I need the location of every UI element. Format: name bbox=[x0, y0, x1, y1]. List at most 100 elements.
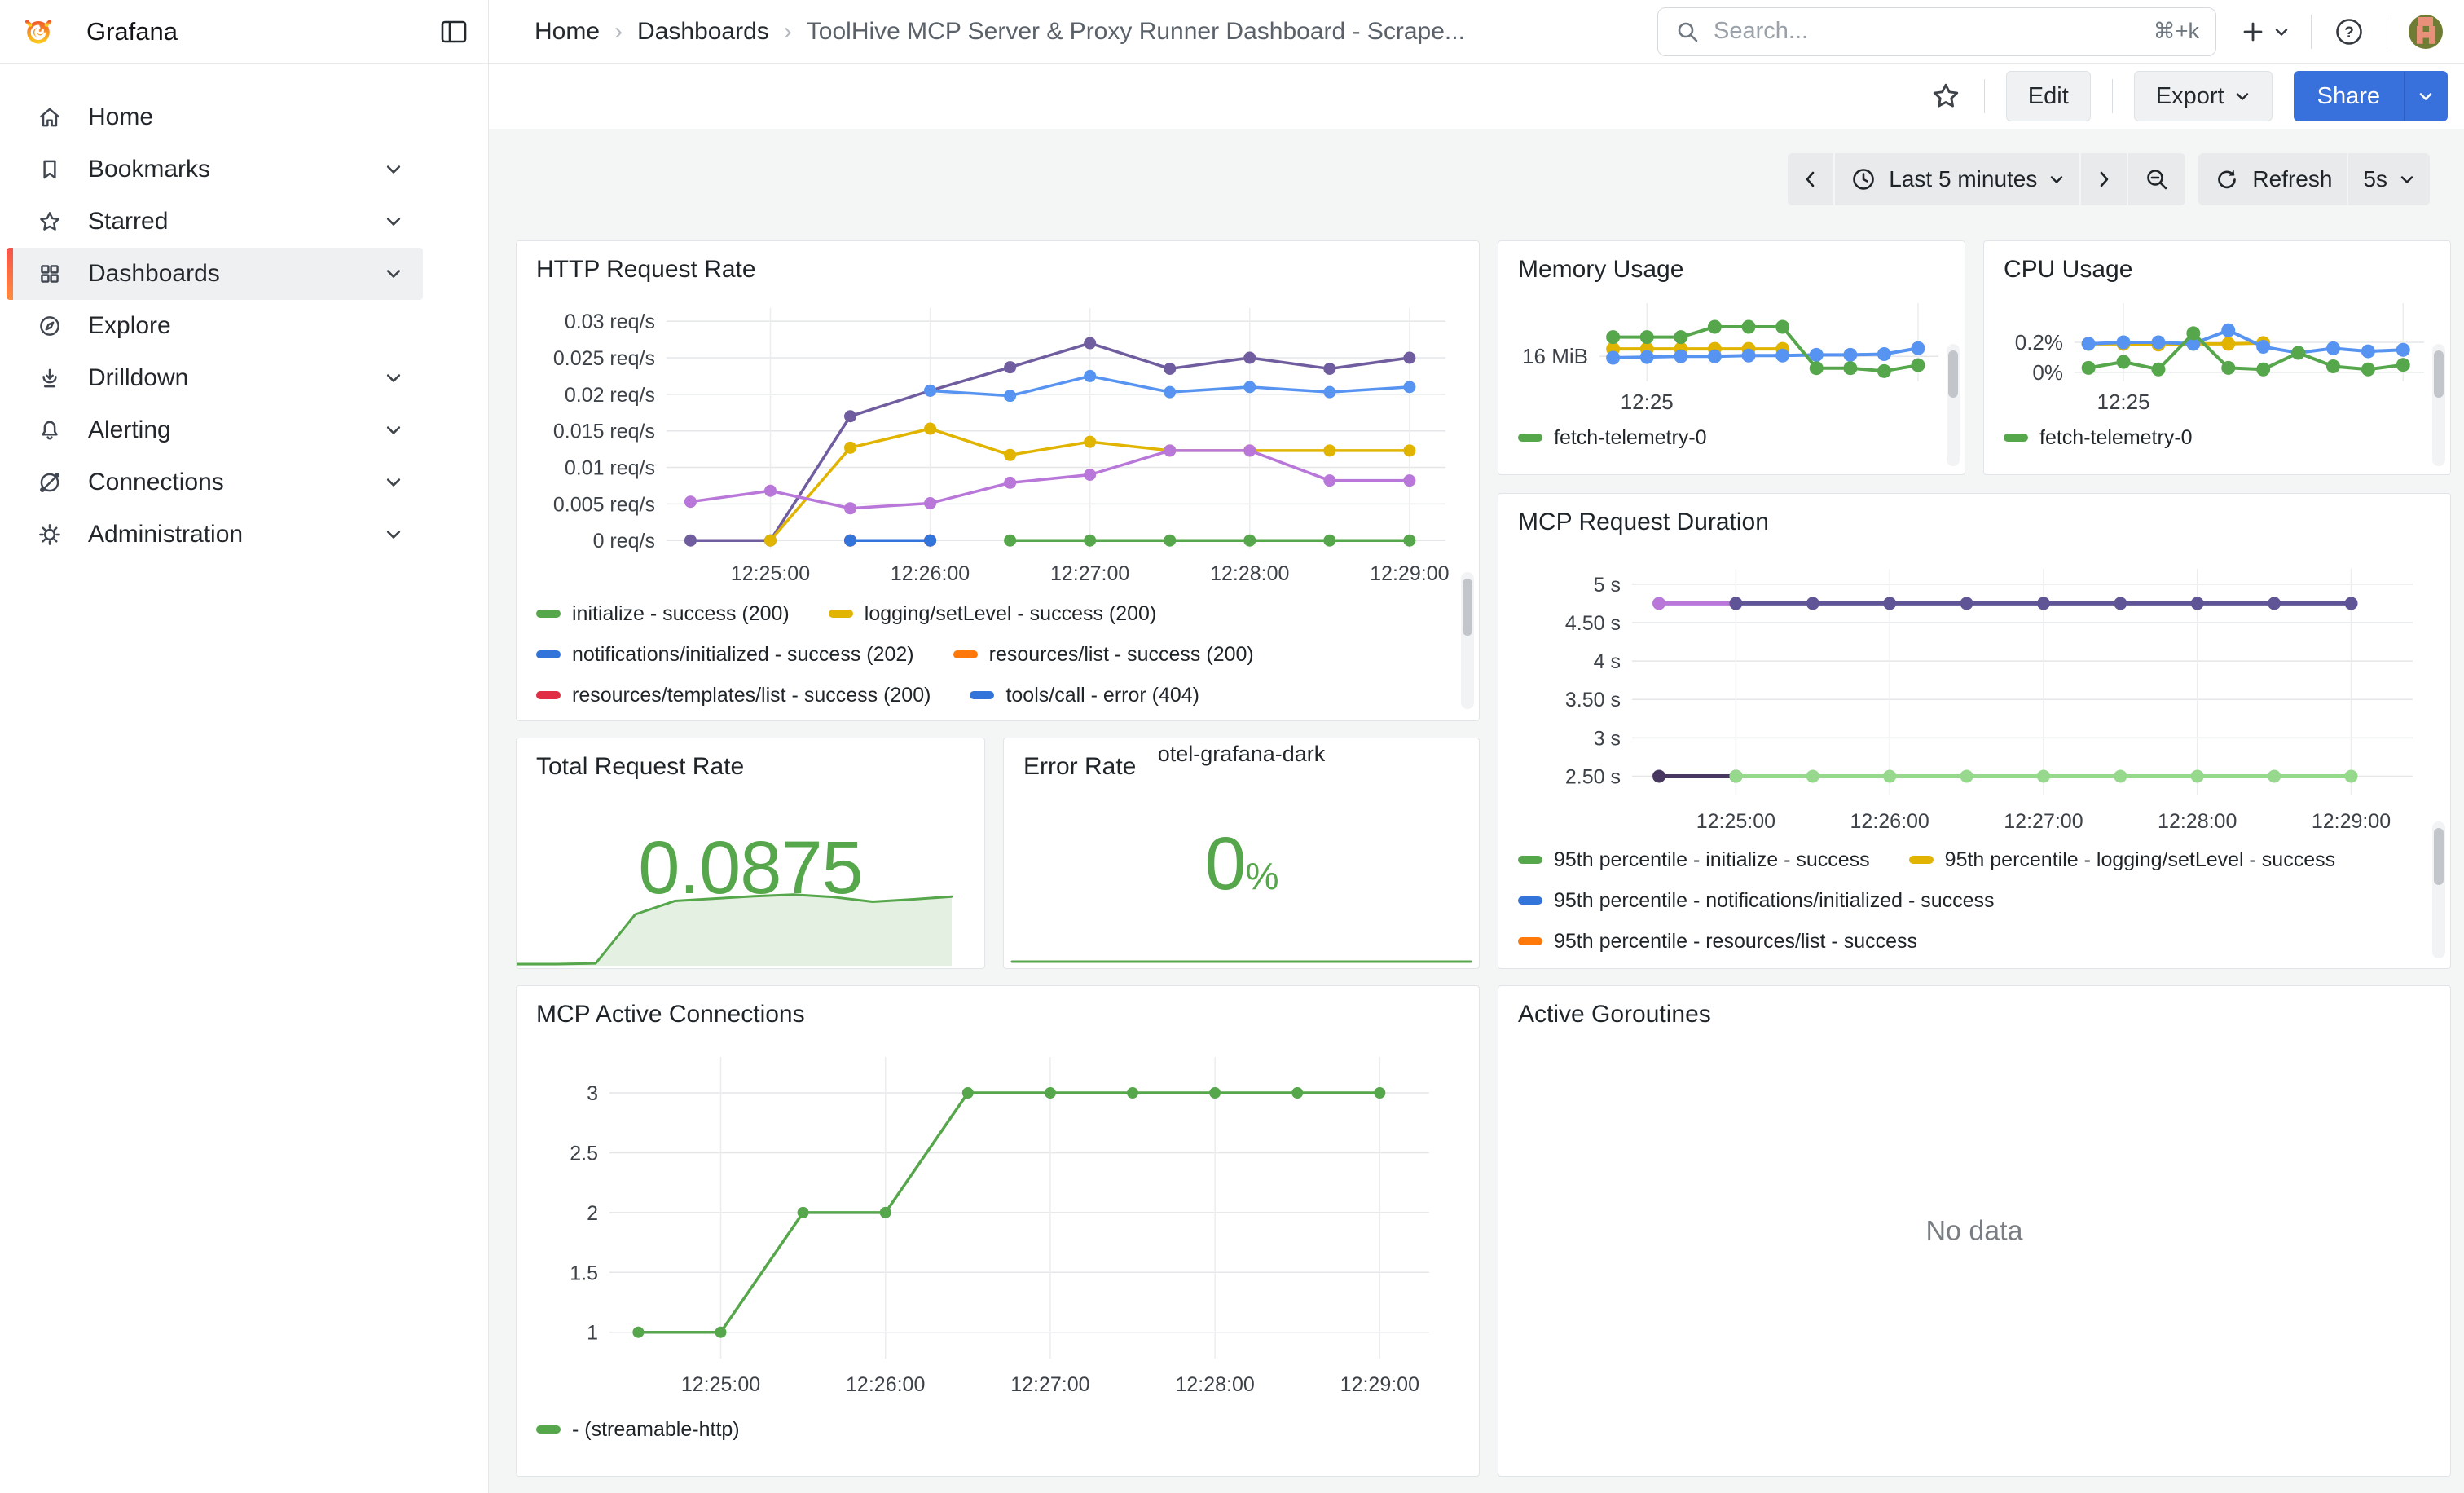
svg-text:12:29:00: 12:29:00 bbox=[1340, 1373, 1419, 1396]
panel-error-rate: Error Rate otel-grafana-dark 0% bbox=[1003, 738, 1480, 969]
error-rate-unit: % bbox=[1246, 855, 1278, 897]
memory-usage-chart[interactable]: 16 MiB12:25 bbox=[1511, 292, 1951, 416]
chevron-down-icon[interactable] bbox=[384, 476, 403, 489]
add-button[interactable] bbox=[2239, 18, 2290, 46]
legend-row: 95th percentile - resources/list - succe… bbox=[1518, 921, 2437, 962]
sidebar-item-label: Administration bbox=[88, 521, 243, 548]
svg-text:12:29:00: 12:29:00 bbox=[2312, 810, 2391, 833]
legend-item[interactable]: 95th percentile - initialize - success bbox=[1518, 848, 1870, 872]
avatar[interactable] bbox=[2409, 15, 2443, 49]
chevron-down-icon[interactable] bbox=[384, 528, 403, 541]
share-button[interactable]: Share bbox=[2294, 71, 2404, 121]
chevron-down-icon[interactable] bbox=[384, 267, 403, 280]
legend-swatch bbox=[536, 1425, 561, 1434]
sidebar-toggle-icon[interactable] bbox=[439, 18, 469, 46]
breadcrumb-dashboards[interactable]: Dashboards bbox=[637, 18, 769, 46]
legend-scrollbar bbox=[2432, 821, 2445, 958]
breadcrumb-home[interactable]: Home bbox=[535, 18, 600, 46]
http-request-rate-chart[interactable]: 0 req/s0.005 req/s0.01 req/s0.015 req/s0… bbox=[530, 292, 1466, 592]
sidebar-item-alerting[interactable]: Alerting bbox=[7, 404, 423, 456]
panel-title[interactable]: Active Goroutines bbox=[1518, 1001, 2437, 1028]
dashboard-canvas: Last 5 minutes Refresh 5s bbox=[489, 129, 2464, 1493]
sidebar-item-administration[interactable]: Administration bbox=[7, 509, 423, 561]
legend-label: - (streamable-http) bbox=[572, 1418, 740, 1442]
sidebar-item-bookmarks[interactable]: Bookmarks bbox=[7, 143, 423, 196]
legend-row: 95th percentile - notifications/initiali… bbox=[1518, 880, 2437, 921]
svg-text:5 s: 5 s bbox=[1594, 574, 1621, 597]
panel-title[interactable]: Total Request Rate bbox=[536, 753, 971, 781]
legend-item[interactable]: logging/setLevel - success (200) bbox=[829, 602, 1157, 626]
legend-item[interactable]: 95th percentile - logging/setLevel - suc… bbox=[1909, 848, 2335, 872]
time-range-picker[interactable]: Last 5 minutes bbox=[1835, 153, 2079, 205]
edit-button[interactable]: Edit bbox=[2006, 71, 2091, 121]
scrollbar-thumb[interactable] bbox=[1948, 350, 1958, 398]
legend-item[interactable]: tools/call - error (404) bbox=[970, 684, 1199, 707]
scrollbar-thumb[interactable] bbox=[1463, 579, 1472, 636]
legend-label: 95th percentile - logging/setLevel - suc… bbox=[1945, 848, 2335, 872]
legend-item[interactable]: fetch-telemetry-0 bbox=[1518, 426, 1707, 450]
mcp-request-duration-chart[interactable]: 2.50 s3 s3.50 s4 s4.50 s5 s12:25:0012:26… bbox=[1511, 544, 2437, 838]
svg-text:0.01 req/s: 0.01 req/s bbox=[565, 457, 655, 480]
no-data-message: No data bbox=[1925, 1215, 2022, 1247]
legend-swatch bbox=[536, 610, 561, 618]
chevron-down-icon[interactable] bbox=[384, 372, 403, 385]
divider bbox=[2112, 79, 2113, 113]
svg-text:0%: 0% bbox=[2032, 360, 2063, 385]
panel-title[interactable]: MCP Request Duration bbox=[1518, 509, 2437, 536]
help-icon[interactable]: ? bbox=[2333, 15, 2365, 48]
grafana-logo[interactable] bbox=[20, 13, 57, 51]
refresh-interval-picker[interactable]: 5s bbox=[2348, 153, 2430, 205]
time-range-label: Last 5 minutes bbox=[1889, 166, 2037, 192]
panel-title[interactable]: Memory Usage bbox=[1518, 256, 1951, 284]
total-request-rate-value: 0.0875 bbox=[517, 826, 984, 911]
svg-text:0.005 req/s: 0.005 req/s bbox=[553, 493, 655, 516]
legend-item[interactable]: fetch-telemetry-0 bbox=[2004, 426, 2193, 450]
scrollbar-thumb[interactable] bbox=[2434, 350, 2444, 398]
zoom-out-icon[interactable] bbox=[2128, 153, 2185, 205]
legend-item[interactable]: resources/templates/list - success (200) bbox=[536, 684, 931, 707]
star-icon bbox=[36, 208, 64, 236]
panel-title[interactable]: HTTP Request Rate bbox=[536, 256, 1466, 284]
sidebar-item-connections[interactable]: Connections bbox=[7, 456, 423, 509]
share-dropdown-button[interactable] bbox=[2404, 71, 2448, 121]
search-icon bbox=[1674, 19, 1701, 45]
svg-text:3.50 s: 3.50 s bbox=[1565, 689, 1621, 711]
legend-item[interactable]: - (streamable-http) bbox=[536, 1418, 740, 1442]
svg-text:12:28:00: 12:28:00 bbox=[2158, 810, 2237, 833]
export-button[interactable]: Export bbox=[2134, 71, 2273, 121]
svg-text:0.03 req/s: 0.03 req/s bbox=[565, 310, 655, 333]
legend-label: 95th percentile - initialize - success bbox=[1554, 848, 1870, 872]
sidebar-item-home[interactable]: Home bbox=[7, 91, 423, 143]
legend-swatch bbox=[1518, 856, 1542, 864]
error-rate-sparkline[interactable] bbox=[1004, 947, 1479, 968]
chevron-down-icon[interactable] bbox=[384, 215, 403, 228]
search-input[interactable] bbox=[1712, 17, 2154, 46]
search-box[interactable]: ⌘+k bbox=[1657, 7, 2216, 56]
chevron-down-icon[interactable] bbox=[384, 163, 403, 176]
chevron-down-icon[interactable] bbox=[384, 424, 403, 437]
favorite-star-icon[interactable] bbox=[1929, 79, 1963, 113]
legend-item[interactable]: notifications/initialized - success (202… bbox=[536, 643, 914, 667]
sidebar-item-explore[interactable]: Explore bbox=[7, 300, 423, 352]
svg-text:0.2%: 0.2% bbox=[2015, 330, 2063, 355]
dashboards-icon bbox=[36, 260, 64, 288]
sidebar-item-dashboards[interactable]: Dashboards bbox=[7, 248, 423, 300]
time-back-button[interactable] bbox=[1788, 153, 1833, 205]
legend-item[interactable]: 95th percentile - notifications/initiali… bbox=[1518, 889, 1995, 913]
sidebar-item-starred[interactable]: Starred bbox=[7, 196, 423, 248]
refresh-button[interactable]: Refresh bbox=[2198, 153, 2347, 205]
mcp-active-connections-chart[interactable]: 11.522.5312:25:0012:26:0012:27:0012:28:0… bbox=[530, 1037, 1466, 1407]
panel-title[interactable]: CPU Usage bbox=[2004, 256, 2437, 284]
time-forward-button[interactable] bbox=[2081, 153, 2127, 205]
scrollbar-thumb[interactable] bbox=[2434, 828, 2444, 885]
panel-title[interactable]: MCP Active Connections bbox=[536, 1001, 1466, 1028]
svg-text:12:26:00: 12:26:00 bbox=[1850, 810, 1929, 833]
legend-item[interactable]: resources/list - success (200) bbox=[953, 643, 1254, 667]
svg-text:12:25:00: 12:25:00 bbox=[731, 562, 810, 585]
legend-label: initialize - success (200) bbox=[572, 602, 790, 626]
panel-mcp-request-duration: MCP Request Duration 2.50 s3 s3.50 s4 s4… bbox=[1498, 493, 2451, 969]
cpu-usage-chart[interactable]: 0%0.2%12:25 bbox=[1997, 292, 2437, 416]
sidebar-item-drilldown[interactable]: Drilldown bbox=[7, 352, 423, 404]
legend-item[interactable]: 95th percentile - resources/list - succe… bbox=[1518, 930, 1917, 953]
legend-item[interactable]: initialize - success (200) bbox=[536, 602, 790, 626]
